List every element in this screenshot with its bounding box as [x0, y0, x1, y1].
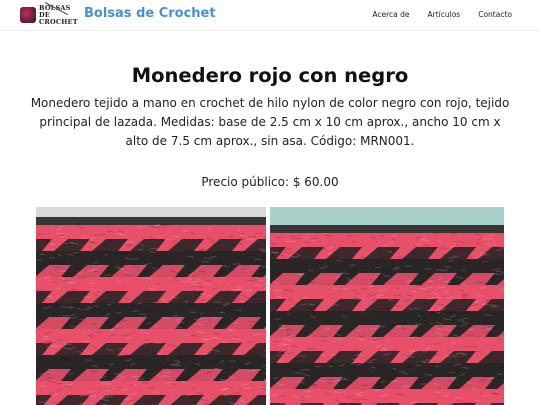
- logo-badge-icon: [20, 7, 36, 23]
- product-photo-right[interactable]: [270, 207, 504, 405]
- logo-line-1: BOLSAS DE: [39, 3, 71, 19]
- logo-line-2: CROCHET: [39, 17, 78, 26]
- crochet-photo-left: [36, 207, 266, 405]
- product-description: Monedero tejido a mano en crochet de hil…: [30, 96, 510, 148]
- site-title-link[interactable]: Bolsas de Crochet: [84, 6, 216, 21]
- site-logo[interactable]: BOLSAS DE CROCHET: [20, 3, 78, 26]
- product-price: Precio público: $ 60.00: [201, 175, 339, 189]
- page-title: Monedero rojo con negro: [131, 64, 409, 87]
- nav-item-acerca[interactable]: Acerca de: [372, 10, 409, 19]
- crochet-photo-right: [270, 207, 504, 405]
- main-nav: Acerca de Artículos Contacto: [354, 10, 512, 19]
- site-header: BOLSAS DE CROCHET Bolsas de Crochet Acer…: [0, 0, 540, 31]
- product-photo-left[interactable]: [36, 207, 266, 405]
- nav-item-contacto[interactable]: Contacto: [478, 10, 512, 19]
- nav-item-articulos[interactable]: Artículos: [428, 10, 461, 19]
- logo-text: BOLSAS DE CROCHET: [39, 3, 78, 26]
